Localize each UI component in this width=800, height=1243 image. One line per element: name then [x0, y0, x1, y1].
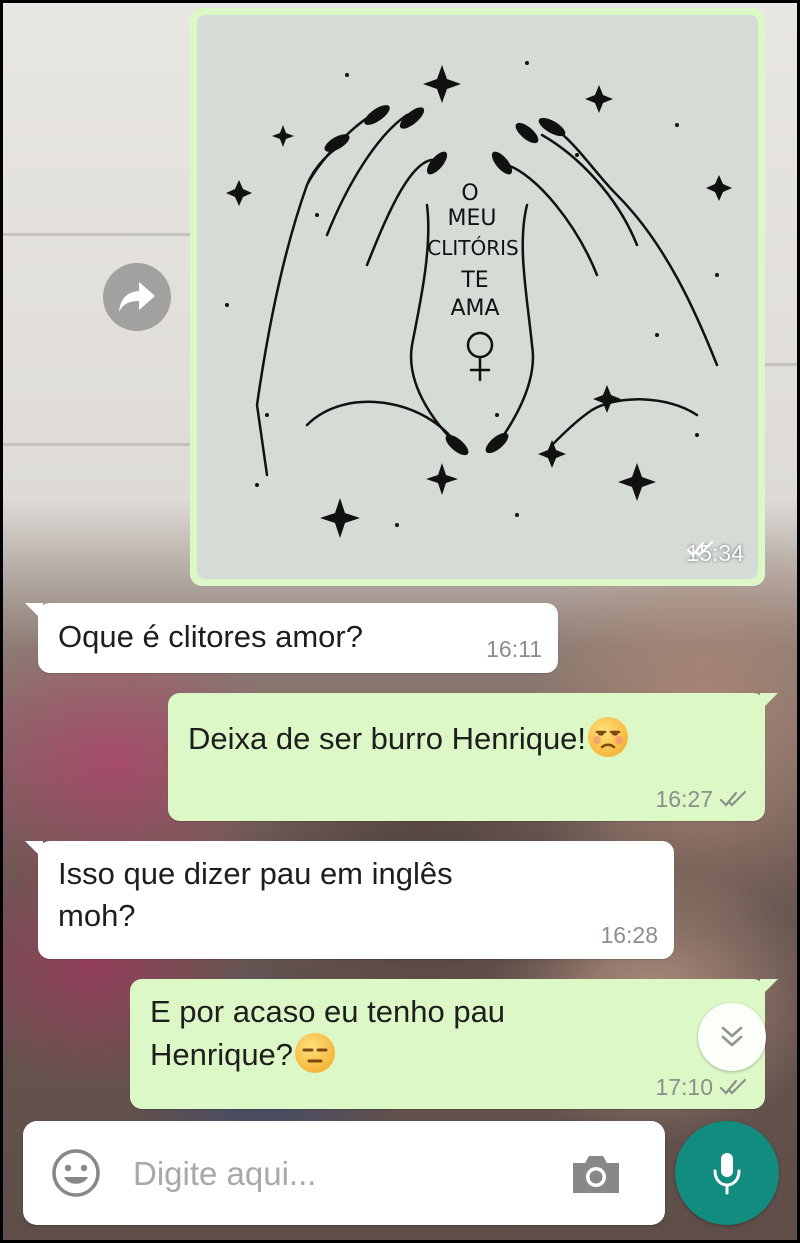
double-check-icon — [719, 790, 747, 807]
message-text-line: E por acaso eu tenho pau — [150, 994, 506, 1029]
art-text-line: TE — [460, 268, 488, 293]
message-text: Oque é clitores amor? — [58, 619, 363, 654]
star-decoration — [423, 65, 461, 103]
bubble-tail — [25, 603, 43, 621]
outgoing-message[interactable]: Deixa de ser burro Henrique! 16:27 — [168, 693, 778, 821]
bubble-tail — [25, 841, 43, 859]
incoming-message[interactable]: Oque é clitores amor? 16:11 — [25, 603, 558, 673]
message-meta: 16:28 — [600, 923, 658, 947]
background-tile-line — [3, 443, 193, 446]
message-meta: 17:10 — [655, 1075, 749, 1099]
message-text-line: Deixa de ser burro Henrique! — [188, 717, 629, 760]
microphone-icon — [713, 1153, 741, 1195]
art-text-line: O — [461, 181, 478, 206]
bubble-tail — [760, 979, 778, 997]
message-time: 17:10 — [655, 1074, 713, 1100]
message-text: Deixa de ser burro Henrique! — [188, 721, 587, 756]
unamused-face-emoji-icon — [588, 717, 629, 757]
background-tile-line — [763, 363, 797, 366]
message-text: Isso que dizer pau em inglês moh? — [58, 853, 453, 937]
smiley-icon[interactable] — [49, 1146, 103, 1200]
message-time: 16:11 — [486, 636, 542, 662]
star-decoration — [226, 180, 252, 206]
outgoing-message[interactable]: E por acaso eu tenho pau Henrique? 17:10 — [130, 979, 778, 1109]
forward-icon — [119, 282, 155, 312]
venus-symbol — [466, 331, 494, 382]
message-input[interactable] — [131, 1145, 555, 1203]
message-text-line: Isso que dizer pau em inglês — [58, 856, 453, 891]
incoming-message[interactable]: Isso que dizer pau em inglês moh? 16:28 — [25, 841, 674, 959]
expressionless-face-emoji-icon — [295, 1033, 336, 1073]
star-decoration — [320, 498, 360, 538]
message-text-line: moh? — [58, 898, 136, 933]
message-text: E por acaso eu tenho pau Henrique? — [150, 991, 505, 1076]
star-decoration — [593, 385, 621, 413]
background-tile-line — [3, 233, 193, 236]
chat-screen: O MEU CLITÓRIS TE AMA 15:34 Oque é clito… — [3, 3, 797, 1240]
camera-icon[interactable] — [569, 1151, 623, 1197]
left-hand-outline — [255, 113, 459, 477]
double-chevron-down-icon — [721, 1026, 743, 1047]
message-meta: 16:27 — [655, 787, 749, 811]
message-time: 16:27 — [655, 786, 713, 812]
scroll-to-bottom-button[interactable] — [698, 1003, 766, 1071]
star-decoration — [618, 463, 656, 501]
art-text-line: AMA — [450, 296, 499, 321]
art-text-line: MEU — [448, 206, 497, 231]
microphone-button[interactable] — [675, 1121, 779, 1225]
image-message[interactable]: O MEU CLITÓRIS TE AMA 15:34 — [190, 8, 765, 586]
hands-illustration: O MEU CLITÓRIS TE AMA — [225, 61, 732, 538]
message-text-segment: Henrique? — [150, 1037, 294, 1072]
forward-button[interactable] — [103, 263, 171, 331]
star-decoration — [272, 125, 294, 147]
double-check-icon — [687, 540, 714, 557]
image-thumbnail[interactable]: O MEU CLITÓRIS TE AMA 15:34 — [197, 15, 758, 579]
double-check-icon — [719, 1078, 747, 1095]
bubble-tail — [760, 693, 778, 711]
left-thumb-outline — [305, 400, 459, 447]
star-decoration — [706, 175, 732, 201]
message-time: 16:28 — [600, 922, 658, 948]
message-composer — [23, 1121, 665, 1225]
message-meta: 16:11 — [486, 637, 542, 661]
message-meta: 15:34 — [686, 540, 744, 567]
art-text-line: CLITÓRIS — [427, 236, 518, 260]
star-decoration — [585, 85, 613, 113]
message-text-line: Henrique? — [150, 1033, 505, 1076]
star-decoration — [426, 463, 458, 495]
